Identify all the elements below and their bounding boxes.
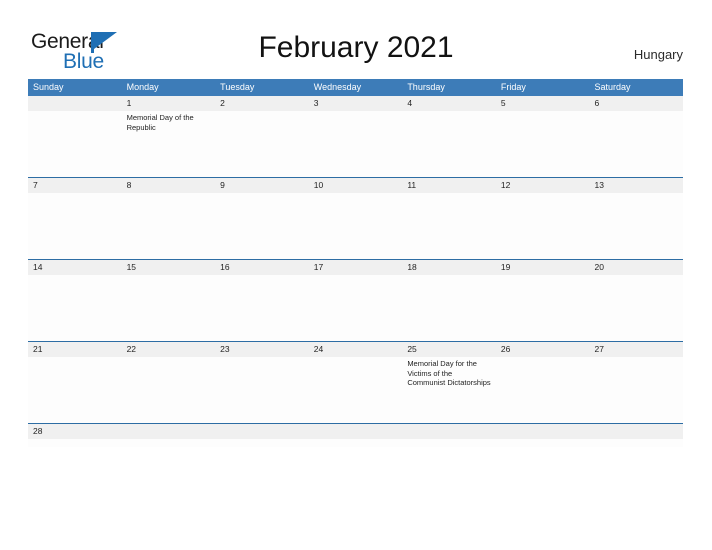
day-header-sunday: Sunday bbox=[33, 82, 64, 92]
page-title: February 2021 bbox=[258, 31, 454, 64]
day-empty-cell bbox=[28, 357, 122, 423]
day-empty-cell bbox=[402, 193, 496, 259]
week-event-body: Memorial Day for the Victims of the Comm… bbox=[28, 357, 683, 423]
day-empty-cell bbox=[215, 357, 309, 423]
week-event-body bbox=[28, 439, 683, 447]
week-date-band: 7 8 9 10 11 12 13 bbox=[28, 178, 683, 193]
day-number-cell[interactable]: 24 bbox=[309, 342, 403, 357]
day-header-monday: Monday bbox=[126, 82, 159, 92]
calendar-weeks: 1 2 3 4 5 6 Memorial Day of the Republic 7 8 9 10 1… bbox=[28, 96, 683, 447]
day-number-cell[interactable]: 21 bbox=[28, 342, 122, 357]
day-header-saturday: Saturday bbox=[594, 82, 631, 92]
day-empty-cell bbox=[402, 275, 496, 341]
calendar-week-row: 14 15 16 17 18 19 20 bbox=[28, 259, 683, 341]
day-empty-cell bbox=[589, 111, 683, 177]
day-event-label: Memorial Day of the Republic bbox=[126, 113, 194, 132]
calendar-week-row: 21 22 23 24 25 26 27 Memorial Day for the Victi… bbox=[28, 341, 683, 423]
day-number-cell[interactable]: 1 bbox=[122, 96, 216, 111]
country-label: Hungary bbox=[633, 47, 683, 62]
page-header: General Blue February 2021 Hungary bbox=[0, 0, 712, 78]
calendar-week-row: 28 bbox=[28, 423, 683, 447]
day-empty-cell bbox=[215, 111, 309, 177]
day-empty-cell bbox=[309, 193, 403, 259]
day-empty-cell bbox=[122, 439, 216, 447]
day-empty-cell bbox=[589, 193, 683, 259]
day-number-cell[interactable]: 28 bbox=[28, 424, 122, 439]
day-number-cell[interactable]: 27 bbox=[589, 342, 683, 357]
week-event-body: Memorial Day of the Republic bbox=[28, 111, 683, 177]
day-empty-cell bbox=[215, 193, 309, 259]
day-empty-cell bbox=[122, 275, 216, 341]
day-empty-cell bbox=[28, 275, 122, 341]
day-number-cell bbox=[215, 424, 309, 439]
week-date-band: 123456 bbox=[28, 96, 683, 111]
day-empty-cell bbox=[496, 275, 590, 341]
day-empty-cell bbox=[215, 439, 309, 447]
day-number-cell[interactable]: 19 bbox=[496, 260, 590, 275]
day-number-cell[interactable]: 8 bbox=[122, 178, 216, 193]
week-event-body bbox=[28, 275, 683, 341]
day-header-wednesday: Wednesday bbox=[313, 82, 362, 92]
calendar-week-row: 7 8 9 10 11 12 13 bbox=[28, 177, 683, 259]
day-header-tuesday: Tuesday bbox=[220, 82, 255, 92]
day-empty-cell bbox=[122, 193, 216, 259]
day-empty-cell bbox=[496, 193, 590, 259]
day-number-cell[interactable]: 18 bbox=[402, 260, 496, 275]
day-empty-cell bbox=[496, 111, 590, 177]
day-number-cell bbox=[309, 424, 403, 439]
day-number-cell[interactable]: 2 bbox=[215, 96, 309, 111]
calendar-grid: Sunday Monday Tuesday Wednesday Thursday… bbox=[28, 79, 683, 447]
day-empty-cell bbox=[402, 439, 496, 447]
day-empty-cell bbox=[496, 439, 590, 447]
week-event-body bbox=[28, 193, 683, 259]
day-number-cell[interactable]: 11 bbox=[402, 178, 496, 193]
day-number-cell bbox=[122, 424, 216, 439]
day-number-cell[interactable]: 22 bbox=[122, 342, 216, 357]
day-number-cell[interactable]: 25 bbox=[402, 342, 496, 357]
calendar-page: General Blue February 2021 Hungary Sunda… bbox=[0, 0, 712, 550]
day-empty-cell bbox=[589, 357, 683, 423]
day-number-cell[interactable]: 3 bbox=[309, 96, 403, 111]
week-date-band: 14 15 16 17 18 19 20 bbox=[28, 260, 683, 275]
day-number-cell[interactable]: 4 bbox=[402, 96, 496, 111]
day-number-cell[interactable]: 26 bbox=[496, 342, 590, 357]
day-header-thursday: Thursday bbox=[407, 82, 445, 92]
day-empty-cell bbox=[309, 439, 403, 447]
day-number-cell[interactable]: 9 bbox=[215, 178, 309, 193]
day-empty-cell bbox=[28, 193, 122, 259]
day-number-cell[interactable]: 17 bbox=[309, 260, 403, 275]
day-number-cell[interactable]: 16 bbox=[215, 260, 309, 275]
week-date-band: 21 22 23 24 25 26 27 bbox=[28, 342, 683, 357]
week-date-band: 28 bbox=[28, 424, 683, 439]
day-empty-cell bbox=[589, 439, 683, 447]
day-number-cell bbox=[28, 96, 122, 111]
day-number-cell[interactable]: 12 bbox=[496, 178, 590, 193]
day-number-cell[interactable]: 14 bbox=[28, 260, 122, 275]
day-of-week-header-row: Sunday Monday Tuesday Wednesday Thursday… bbox=[28, 79, 683, 96]
day-number-cell[interactable]: 6 bbox=[589, 96, 683, 111]
day-empty-cell bbox=[309, 275, 403, 341]
day-number-cell[interactable]: 7 bbox=[28, 178, 122, 193]
day-empty-cell bbox=[402, 111, 496, 177]
day-number-cell[interactable]: 15 bbox=[122, 260, 216, 275]
day-empty-cell bbox=[122, 357, 216, 423]
day-empty-cell bbox=[309, 357, 403, 423]
day-empty-cell bbox=[589, 275, 683, 341]
day-empty-cell bbox=[28, 439, 122, 447]
day-number-cell[interactable]: 5 bbox=[496, 96, 590, 111]
day-number-cell[interactable]: 13 bbox=[589, 178, 683, 193]
day-number-cell[interactable]: 20 bbox=[589, 260, 683, 275]
day-number-cell[interactable]: 10 bbox=[309, 178, 403, 193]
day-empty-cell bbox=[496, 357, 590, 423]
day-header-friday: Friday bbox=[500, 82, 526, 92]
day-empty-cell bbox=[28, 111, 122, 177]
day-number-cell bbox=[589, 424, 683, 439]
day-event-label: Memorial Day for the Victims of the Comm… bbox=[407, 359, 491, 388]
day-empty-cell bbox=[215, 275, 309, 341]
day-number-cell bbox=[402, 424, 496, 439]
day-number-cell bbox=[496, 424, 590, 439]
calendar-week-row: 1 2 3 4 5 6 Memorial Day of the Republic bbox=[28, 96, 683, 177]
day-empty-cell bbox=[309, 111, 403, 177]
day-number-cell[interactable]: 23 bbox=[215, 342, 309, 357]
